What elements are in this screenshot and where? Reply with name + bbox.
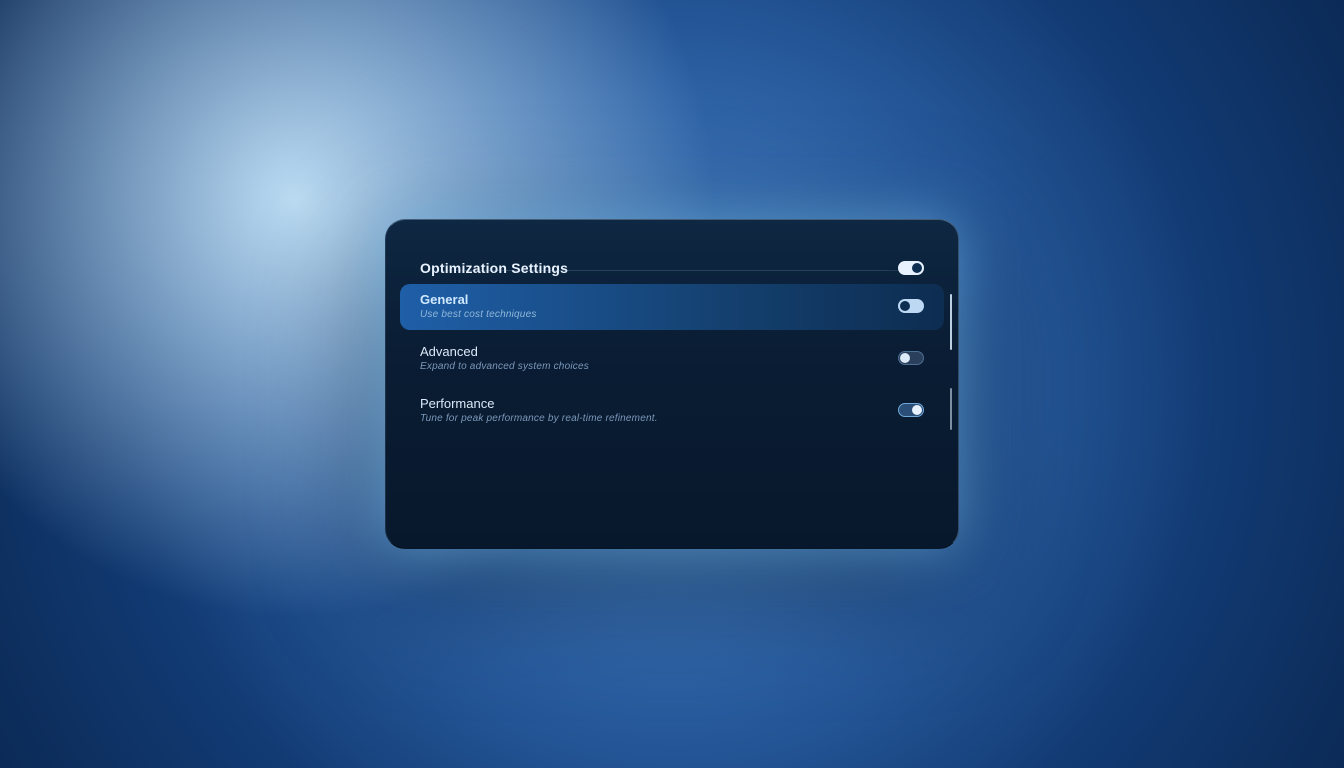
toggle-knob — [912, 405, 922, 415]
settings-row-advanced[interactable]: Advanced Expand to advanced system choic… — [386, 336, 958, 382]
settings-row-performance[interactable]: Performance Tune for peak performance by… — [386, 388, 958, 434]
row-text: Performance Tune for peak performance by… — [420, 396, 658, 424]
optimization-master-toggle[interactable] — [898, 261, 924, 275]
scrollbar-thumb[interactable] — [950, 388, 952, 430]
row-label: Performance — [420, 396, 658, 411]
advanced-toggle[interactable] — [898, 351, 924, 365]
settings-row-general[interactable]: General Use best cost techniques — [400, 284, 944, 330]
row-description: Expand to advanced system choices — [420, 361, 589, 372]
row-text: General Use best cost techniques — [420, 292, 537, 320]
row-label: Advanced — [420, 344, 589, 359]
row-description: Tune for peak performance by real-time r… — [420, 413, 658, 424]
toggle-knob — [900, 301, 910, 311]
row-label: General — [420, 292, 537, 307]
panel-header-row: Optimization Settings — [386, 260, 958, 276]
general-toggle[interactable] — [898, 299, 924, 313]
settings-panel: Optimization Settings General Use best c… — [385, 219, 959, 549]
panel-title: Optimization Settings — [420, 260, 568, 276]
settings-panel-glow: Optimization Settings General Use best c… — [385, 219, 959, 549]
scrollbar-thumb[interactable] — [950, 294, 952, 350]
row-text: Advanced Expand to advanced system choic… — [420, 344, 589, 372]
toggle-knob — [900, 353, 910, 363]
row-description: Use best cost techniques — [420, 309, 537, 320]
toggle-knob — [912, 263, 922, 273]
performance-toggle[interactable] — [898, 403, 924, 417]
